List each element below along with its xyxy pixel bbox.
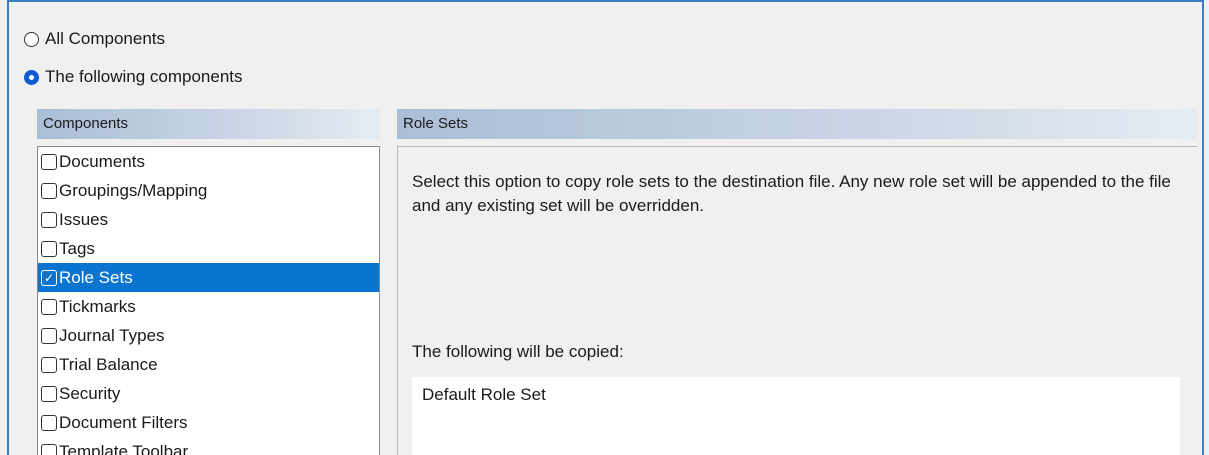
component-label: Tags: [59, 238, 95, 258]
component-checkbox[interactable]: ✓: [41, 269, 57, 286]
component-label: Trial Balance: [59, 354, 158, 374]
following-components-radio[interactable]: [24, 69, 39, 85]
component-checkbox[interactable]: [41, 182, 57, 199]
role-sets-header: Role Sets: [397, 109, 1197, 139]
component-checkbox[interactable]: [41, 385, 57, 402]
all-components-radio[interactable]: [24, 31, 39, 47]
copied-items-box: Default Role Set: [412, 377, 1180, 455]
component-checkbox[interactable]: [41, 298, 57, 315]
component-label: Issues: [59, 209, 109, 229]
component-item[interactable]: Tickmarks: [38, 292, 379, 321]
component-label: Template Toolbar: [59, 441, 189, 455]
component-label: Role Sets: [59, 267, 133, 287]
following-components-option[interactable]: The following components: [24, 64, 243, 90]
component-checkbox[interactable]: [41, 327, 57, 344]
component-item[interactable]: Document Filters: [38, 408, 379, 437]
component-checkbox[interactable]: [41, 153, 57, 170]
component-checkbox[interactable]: [41, 211, 57, 228]
component-checkbox[interactable]: [41, 240, 57, 257]
component-item[interactable]: Template Toolbar: [38, 437, 379, 455]
component-label: Journal Types: [59, 325, 165, 345]
component-item[interactable]: Trial Balance: [38, 350, 379, 379]
component-checkbox[interactable]: [41, 356, 57, 373]
component-label: Document Filters: [59, 412, 188, 432]
all-components-label: All Components: [45, 29, 166, 48]
role-sets-description: Select this option to copy role sets to …: [412, 172, 1171, 215]
copied-item: Default Role Set: [422, 385, 546, 404]
component-item[interactable]: Issues: [38, 205, 379, 234]
component-item[interactable]: ✓ Role Sets: [38, 263, 379, 292]
component-item[interactable]: Groupings/Mapping: [38, 176, 379, 205]
following-components-label: The following components: [45, 67, 243, 86]
component-label: Groupings/Mapping: [59, 180, 208, 200]
component-label: Documents: [59, 151, 145, 171]
components-list[interactable]: Documents Groupings/Mapping Issues Tags ✓ Rol…: [37, 146, 380, 455]
component-item[interactable]: Journal Types: [38, 321, 379, 350]
component-label: Security: [59, 383, 121, 403]
all-components-option[interactable]: All Components: [24, 26, 165, 52]
components-header: Components: [37, 109, 380, 139]
copied-label: The following will be copied:: [412, 342, 624, 361]
component-item[interactable]: Security: [38, 379, 379, 408]
component-checkbox[interactable]: [41, 443, 57, 455]
component-item[interactable]: Documents: [38, 147, 379, 176]
component-label: Tickmarks: [59, 296, 136, 316]
component-item[interactable]: Tags: [38, 234, 379, 263]
component-checkbox[interactable]: [41, 414, 57, 431]
